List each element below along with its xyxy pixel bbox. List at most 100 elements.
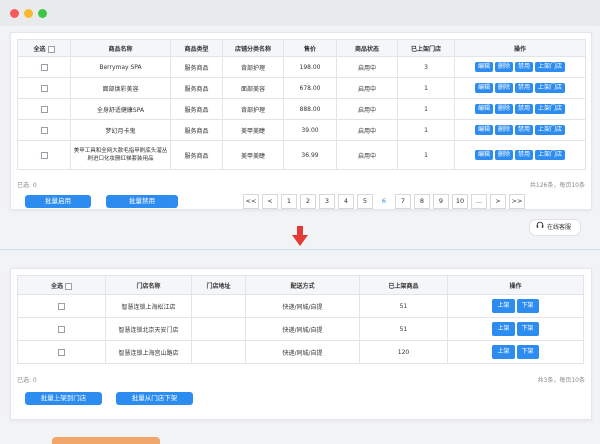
store-list-panel: 全选 门店名称 门店地址 配送方式 已上架商品 操作 智慧连锁上海松江店 快递/同… [10, 268, 592, 420]
batch-delist-from-store-button[interactable]: 批量从门店下架 [116, 392, 193, 405]
page-button[interactable]: 9 [433, 194, 449, 209]
store-delivery-cell: 快递/同城/自提 [245, 294, 360, 318]
row-actions-cell: 上架 下架 [447, 340, 584, 364]
row-checkbox[interactable] [58, 302, 65, 310]
select-all-checkbox[interactable] [47, 45, 55, 53]
page-button[interactable]: 7 [395, 194, 411, 209]
first-page-button[interactable]: << [243, 194, 259, 209]
batch-enable-button[interactable]: 批量启用 [25, 195, 91, 208]
edit-button[interactable]: 编辑 [474, 150, 493, 160]
delete-button[interactable]: 删除 [494, 150, 513, 160]
store-name-cell: 智慧连锁上海宫山路店 [105, 340, 192, 364]
online-service-button[interactable]: 在线客服 [529, 219, 581, 236]
product-price-cell: 198.00 [283, 56, 337, 78]
table-row: 智慧连锁上海松江店 快递/同城/自提 51 上架 下架 [17, 294, 584, 318]
pagination: << <1 2 3 4 5 6 7 8 9 10... > >> [243, 194, 528, 209]
list-to-store-button[interactable]: 上架门店 [535, 125, 566, 135]
disable-button[interactable]: 禁用 [515, 104, 534, 114]
column-header: 店铺分类名称 [222, 39, 284, 57]
minimize-window-dot[interactable] [24, 9, 33, 18]
row-checkbox[interactable] [40, 84, 48, 92]
product-name-cell: 美甲工具和全网大款毛指甲刷底头溜丛刷进口化妆删红梯套装用品 [70, 140, 171, 170]
row-select-cell [17, 119, 71, 141]
disable-button[interactable]: 禁用 [515, 62, 534, 72]
disable-button[interactable]: 禁用 [515, 83, 534, 93]
delist-button[interactable]: 下架 [516, 299, 539, 313]
prev-page-button[interactable]: < [262, 194, 278, 209]
delist-button[interactable]: 下架 [516, 322, 539, 336]
product-category-cell: 美甲美睫 [222, 119, 284, 141]
product-page-summary: 共126条，每页10条 [529, 182, 585, 189]
row-select-cell [17, 140, 71, 170]
row-select-cell [17, 294, 106, 318]
row-checkbox[interactable] [40, 151, 48, 159]
row-actions-cell: 编辑 删除 禁用 上架门店 [454, 98, 586, 120]
row-select-cell [17, 98, 71, 120]
delete-button[interactable]: 删除 [494, 104, 513, 114]
store-table: 全选 门店名称 门店地址 配送方式 已上架商品 操作 智慧连锁上海松江店 快递/同… [17, 275, 584, 364]
page-button[interactable]: 5 [357, 194, 373, 209]
delete-button[interactable]: 删除 [494, 83, 513, 93]
delist-button[interactable]: 下架 [516, 345, 539, 359]
edit-button[interactable]: 编辑 [474, 125, 493, 135]
product-name-cell: 梦幻月卡鬼 [70, 119, 171, 141]
close-window-dot[interactable] [10, 9, 19, 18]
page-button[interactable]: 10 [452, 194, 468, 209]
column-header: 操作 [454, 39, 586, 57]
next-page-button[interactable]: > [490, 194, 506, 209]
store-table-header: 全选 门店名称 门店地址 配送方式 已上架商品 操作 [17, 275, 584, 295]
maximize-window-dot[interactable] [38, 9, 47, 18]
row-actions-cell: 编辑 删除 禁用 上架门店 [454, 77, 586, 99]
page-button[interactable]: 6 [376, 194, 392, 209]
table-row: 智慧连锁北京天安门店 快递/同城/自提 51 上架 下架 [17, 317, 584, 341]
edit-button[interactable]: 编辑 [474, 62, 493, 72]
batch-list-to-store-button[interactable]: 批量上架到门店 [25, 392, 102, 405]
row-select-cell [17, 340, 106, 364]
list-to-store-button[interactable]: 上架门店 [535, 62, 566, 72]
row-checkbox[interactable] [58, 348, 65, 356]
page-ellipsis[interactable]: ... [471, 194, 487, 209]
product-category-cell: 面部美容 [222, 77, 284, 99]
page-button[interactable]: 8 [414, 194, 430, 209]
list-button[interactable]: 上架 [492, 322, 515, 336]
list-to-store-button[interactable]: 上架门店 [535, 83, 566, 93]
product-name-cell: 全身舒适健康SPA [70, 98, 171, 120]
row-checkbox[interactable] [40, 126, 48, 134]
page-button[interactable]: 1 [281, 194, 297, 209]
column-header: 售价 [283, 39, 337, 57]
page-button[interactable]: 3 [319, 194, 335, 209]
select-all-checkbox[interactable] [65, 282, 73, 290]
online-service-label: 在线客服 [547, 224, 572, 231]
list-button[interactable]: 上架 [492, 299, 515, 313]
product-list-panel: 全选 商品名称 商品类型 店铺分类名称 售价 商品状态 已上架门店 操作 Ber… [10, 32, 592, 210]
edit-button[interactable]: 编辑 [474, 83, 493, 93]
batch-disable-button[interactable]: 批量禁用 [106, 195, 178, 208]
list-to-store-button[interactable]: 上架门店 [535, 150, 566, 160]
disable-button[interactable]: 禁用 [515, 125, 534, 135]
column-header: 商品名称 [70, 39, 171, 57]
row-actions-cell: 编辑 删除 禁用 上架门店 [454, 119, 586, 141]
list-button[interactable]: 上架 [492, 345, 515, 359]
page-button[interactable]: 4 [338, 194, 354, 209]
page-button[interactable]: 2 [300, 194, 316, 209]
product-category-cell: 美甲美睫 [222, 140, 284, 170]
select-all-label: 全选 [50, 282, 63, 290]
last-page-button[interactable]: >> [509, 194, 525, 209]
store-count-cell: 120 [359, 340, 448, 364]
store-name-cell: 智慧连锁北京天安门店 [105, 317, 192, 341]
delete-button[interactable]: 删除 [494, 62, 513, 72]
delete-button[interactable]: 删除 [494, 125, 513, 135]
store-name-cell: 智慧连锁上海松江店 [105, 294, 192, 318]
table-row: 全身舒适健康SPA 服务商品 背部护理 888.00 启用中 1 编辑 删除 禁用 上架门店 [17, 98, 586, 120]
product-category-cell: 背部护理 [222, 98, 284, 120]
list-to-store-button[interactable]: 上架门店 [535, 104, 566, 114]
row-checkbox[interactable] [40, 63, 48, 71]
store-address-cell [191, 340, 246, 364]
disable-button[interactable]: 禁用 [515, 150, 534, 160]
row-actions-cell: 上架 下架 [447, 317, 584, 341]
row-checkbox[interactable] [58, 325, 65, 333]
product-type-cell: 服务商品 [170, 98, 223, 120]
product-status-cell: 启用中 [336, 77, 398, 99]
row-checkbox[interactable] [40, 105, 48, 113]
edit-button[interactable]: 编辑 [474, 104, 493, 114]
